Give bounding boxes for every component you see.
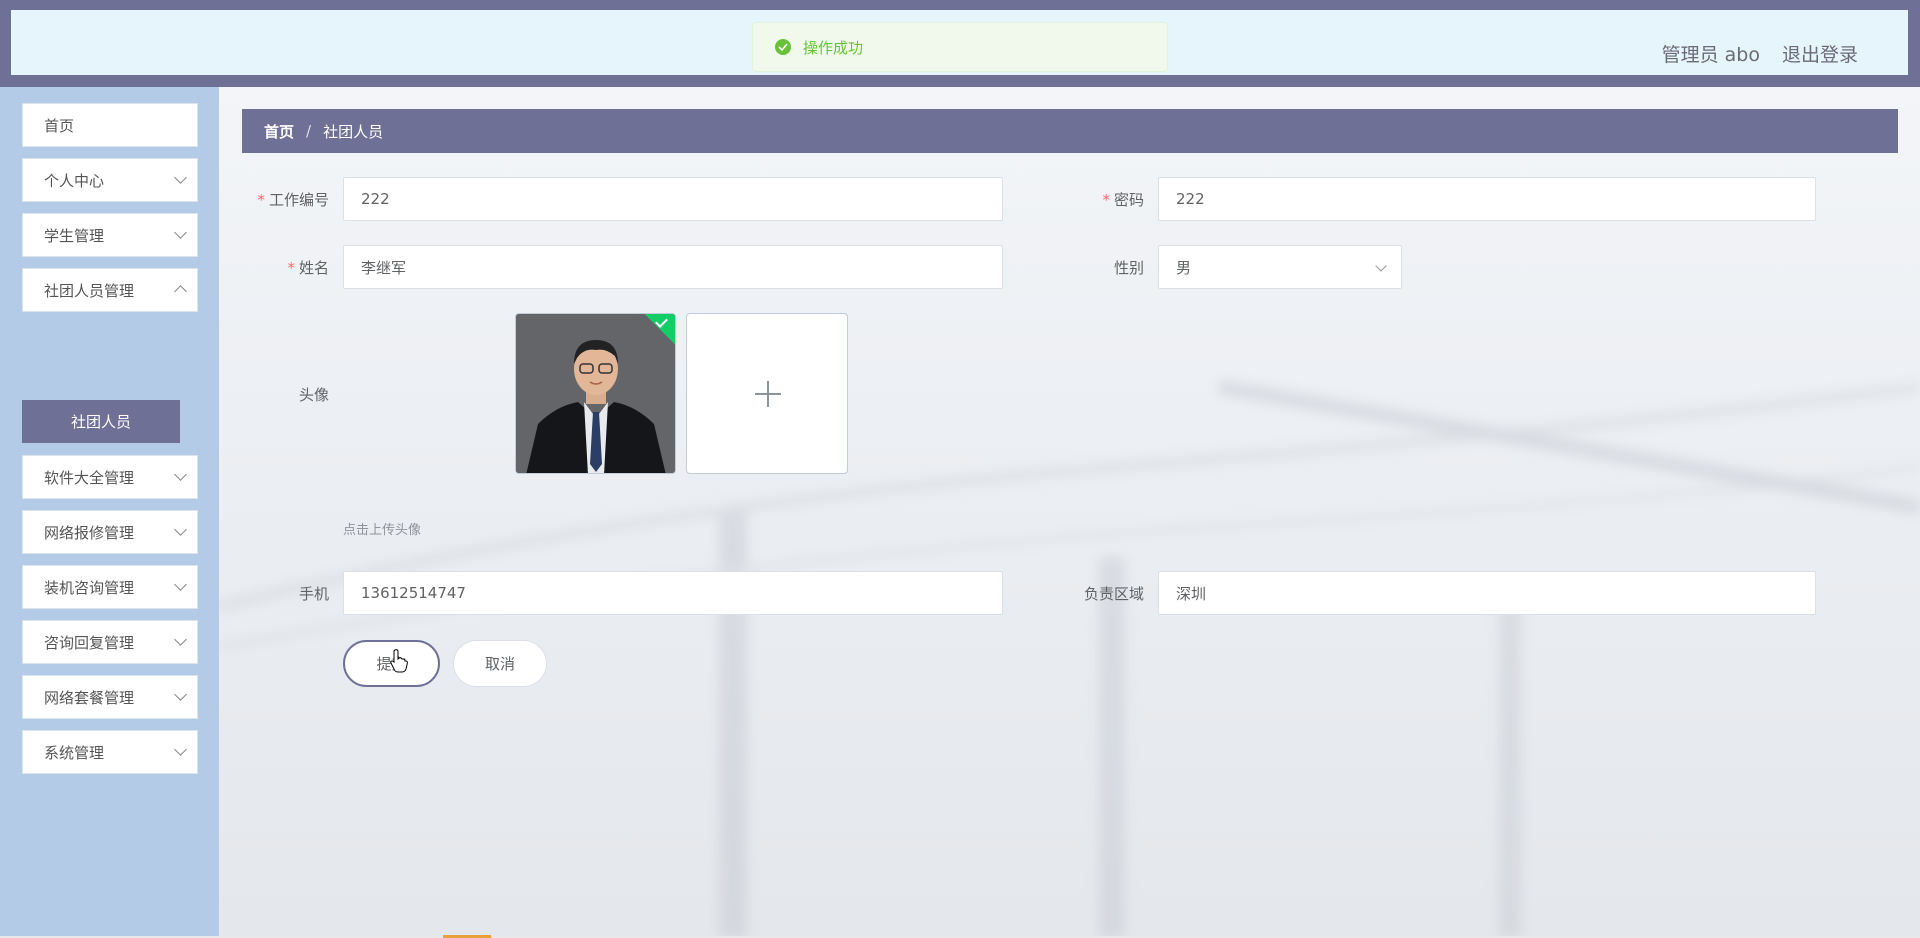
breadcrumb-separator: / bbox=[306, 122, 312, 140]
sidebar-item-network-repair-management[interactable]: 网络报修管理 bbox=[22, 510, 198, 554]
password-label-text: 密码 bbox=[1113, 191, 1144, 209]
chevron-down-icon bbox=[174, 633, 187, 646]
chevron-down-icon bbox=[174, 171, 187, 184]
chevron-down-icon bbox=[174, 688, 187, 701]
chevron-down-icon bbox=[174, 468, 187, 481]
area-input[interactable]: 深圳 bbox=[1158, 571, 1816, 615]
password-value: 222 bbox=[1176, 190, 1205, 208]
required-mark: * bbox=[1102, 191, 1110, 209]
sidebar-item-install-consult-management[interactable]: 装机咨询管理 bbox=[22, 565, 198, 609]
gender-value: 男 bbox=[1176, 258, 1192, 277]
success-toast: 操作成功 bbox=[752, 22, 1168, 72]
sidebar-item-label: 学生管理 bbox=[44, 226, 105, 245]
required-mark: * bbox=[287, 259, 295, 277]
admin-user-label: 管理员 abo bbox=[1661, 44, 1760, 66]
sidebar-item-network-package-management[interactable]: 网络套餐管理 bbox=[22, 675, 198, 719]
gender-label: 性别 bbox=[1019, 257, 1144, 278]
sidebar-item-label: 系统管理 bbox=[44, 743, 105, 762]
password-label: * 密码 bbox=[1019, 189, 1144, 210]
phone-label: 手机 bbox=[219, 583, 329, 604]
name-label-text: 姓名 bbox=[298, 259, 329, 277]
sidebar-item-label: 网络套餐管理 bbox=[44, 688, 135, 707]
breadcrumb-home[interactable]: 首页 bbox=[264, 121, 294, 142]
sidebar-item-student-management[interactable]: 学生管理 bbox=[22, 213, 198, 257]
chevron-down-icon bbox=[174, 523, 187, 536]
sidebar-item-label: 网络报修管理 bbox=[44, 523, 135, 542]
sidebar-subitem-club-staff[interactable]: 社团人员 bbox=[22, 400, 180, 443]
phone-label-text: 手机 bbox=[298, 585, 329, 603]
sidebar-item-label: 咨询回复管理 bbox=[44, 633, 135, 652]
sidebar-item-consult-reply-management[interactable]: 咨询回复管理 bbox=[22, 620, 198, 664]
toast-message: 操作成功 bbox=[803, 38, 864, 57]
sidebar-item-software-management[interactable]: 软件大全管理 bbox=[22, 455, 198, 499]
check-circle-icon bbox=[775, 39, 791, 55]
hand-cursor-icon bbox=[390, 649, 408, 673]
sidebar-item-system-management[interactable]: 系统管理 bbox=[22, 730, 198, 774]
sidebar-item-label: 装机咨询管理 bbox=[44, 578, 135, 597]
sidebar-item-personal-center[interactable]: 个人中心 bbox=[22, 158, 198, 202]
required-mark: * bbox=[257, 191, 265, 209]
work-no-label: * 工作编号 bbox=[219, 189, 329, 210]
name-input[interactable]: 李继军 bbox=[343, 245, 1003, 289]
logout-link[interactable]: 退出登录 bbox=[1782, 40, 1858, 67]
avatar-upload-tip: 点击上传头像 bbox=[343, 523, 422, 538]
sidebar-item-label: 软件大全管理 bbox=[44, 468, 135, 487]
chevron-down-icon bbox=[1375, 260, 1387, 272]
sidebar-item-label: 个人中心 bbox=[44, 171, 105, 190]
cancel-button-label: 取消 bbox=[484, 655, 515, 673]
avatar-upload-button[interactable] bbox=[686, 313, 848, 474]
breadcrumb: 首页 / 社团人员 bbox=[242, 109, 1898, 153]
work-no-label-text: 工作编号 bbox=[268, 191, 329, 209]
chevron-down-icon bbox=[174, 578, 187, 591]
main-content: 首页 / 社团人员 * 工作编号 222 * 密码 222 * 姓名 李继军 性别 男… bbox=[219, 87, 1920, 938]
chevron-down-icon bbox=[174, 743, 187, 756]
area-label-text: 负责区域 bbox=[1083, 585, 1144, 603]
avatar-preview[interactable] bbox=[515, 313, 676, 474]
area-label: 负责区域 bbox=[1019, 583, 1144, 604]
sidebar-item-home[interactable]: 首页 bbox=[22, 103, 198, 147]
breadcrumb-current: 社团人员 bbox=[323, 122, 384, 141]
sidebar-item-club-staff-management[interactable]: 社团人员管理 bbox=[22, 268, 198, 312]
name-value: 李继军 bbox=[361, 258, 407, 277]
gender-label-text: 性别 bbox=[1113, 259, 1144, 277]
avatar-label: 头像 bbox=[219, 384, 329, 405]
phone-input[interactable]: 13612514747 bbox=[343, 571, 1003, 615]
plus-icon-vertical bbox=[767, 381, 769, 407]
work-no-input[interactable]: 222 bbox=[343, 177, 1003, 221]
phone-value: 13612514747 bbox=[361, 584, 466, 602]
chevron-up-icon bbox=[174, 285, 187, 298]
sidebar: 首页 个人中心 学生管理 社团人员管理 社团人员 软件大全管理 网络报修管理 装… bbox=[0, 87, 219, 938]
cancel-button[interactable]: 取消 bbox=[453, 640, 547, 687]
sidebar-item-label: 首页 bbox=[44, 116, 75, 135]
person-portrait-icon bbox=[516, 314, 675, 473]
area-value: 深圳 bbox=[1176, 584, 1207, 603]
name-label: * 姓名 bbox=[219, 257, 329, 278]
avatar-label-text: 头像 bbox=[298, 386, 329, 404]
chevron-down-icon bbox=[174, 226, 187, 239]
password-input[interactable]: 222 bbox=[1158, 177, 1816, 221]
gender-select[interactable]: 男 bbox=[1158, 245, 1402, 289]
work-no-value: 222 bbox=[361, 190, 390, 208]
sidebar-item-label: 社团人员管理 bbox=[44, 281, 135, 300]
